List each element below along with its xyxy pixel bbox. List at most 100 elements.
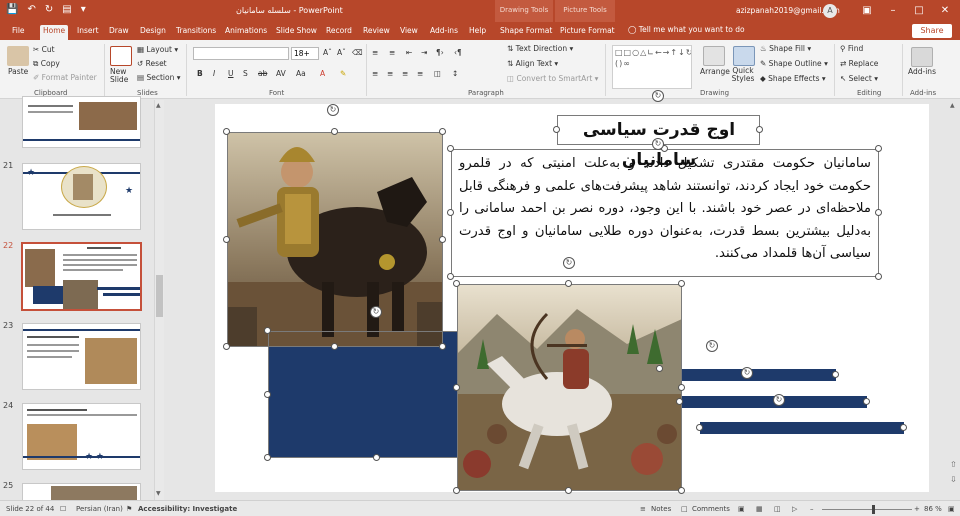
rotate-handle-icon[interactable]: ↻	[327, 104, 339, 116]
navy-bar-3[interactable]	[700, 422, 904, 434]
slide-thumbnail-24[interactable]: ★ ★	[22, 403, 141, 470]
resize-handle[interactable]	[439, 236, 446, 243]
resize-handle[interactable]	[875, 273, 882, 280]
select-button[interactable]: ↖ Select ▾	[840, 74, 878, 83]
slideshow-icon[interactable]: ▷	[792, 505, 797, 513]
scroll-up-icon[interactable]: ▲	[156, 102, 161, 109]
resize-handle[interactable]	[373, 454, 380, 461]
new-slide-button[interactable]: New Slide	[110, 68, 134, 84]
find-button[interactable]: ⚲ Find	[840, 44, 863, 53]
resize-handle[interactable]	[696, 424, 703, 431]
thumbnail-scrollbar[interactable]: ▲ ▼	[154, 100, 164, 500]
highlight-icon[interactable]: ✎	[340, 69, 346, 78]
rotate-handle-icon[interactable]: ↻	[706, 340, 718, 352]
tab-insert[interactable]: Insert	[74, 25, 102, 40]
resize-handle[interactable]	[331, 343, 338, 350]
share-button[interactable]: Share	[912, 24, 952, 38]
shape-effects-button[interactable]: ◆ Shape Effects ▾	[760, 74, 826, 83]
italic-icon[interactable]: I	[213, 69, 215, 78]
shape-fill-button[interactable]: ♨ Shape Fill ▾	[760, 44, 811, 53]
resize-handle[interactable]	[264, 391, 271, 398]
resize-handle[interactable]	[832, 371, 839, 378]
rotate-handle-icon[interactable]: ↻	[773, 394, 785, 406]
justify-icon[interactable]: ≡	[417, 69, 423, 78]
fit-to-window-icon[interactable]: ▣	[948, 505, 955, 513]
format-painter-button[interactable]: ✐ Format Painter	[33, 73, 97, 82]
resize-handle[interactable]	[264, 454, 271, 461]
previous-slide-icon[interactable]: ⇧	[950, 460, 957, 469]
shadow-icon[interactable]: S	[243, 69, 248, 78]
resize-handle[interactable]	[453, 384, 460, 391]
accessibility-status[interactable]: Accessibility: Investigate	[138, 505, 237, 513]
replace-button[interactable]: ⇄ Replace	[840, 59, 878, 68]
tell-me-search[interactable]: ◯ Tell me what you want to do	[628, 25, 745, 34]
slide-thumbnail-23[interactable]	[22, 323, 141, 390]
shape-outline-button[interactable]: ✎ Shape Outline ▾	[760, 59, 828, 68]
tab-add-ins[interactable]: Add-ins	[427, 25, 461, 40]
next-slide-icon[interactable]: ⇩	[950, 475, 957, 484]
comments-button[interactable]: Comments	[692, 505, 730, 513]
bullets-icon[interactable]: ≡	[372, 48, 378, 57]
copy-button[interactable]: ⧉ Copy	[33, 59, 60, 69]
resize-handle[interactable]	[678, 280, 685, 287]
normal-view-icon[interactable]: ▣	[738, 505, 745, 513]
paste-button[interactable]: Paste	[8, 67, 28, 76]
save-icon[interactable]: 💾	[6, 5, 18, 15]
underline-icon[interactable]: U	[228, 69, 234, 78]
scroll-up-icon[interactable]: ▲	[950, 102, 955, 109]
language-indicator[interactable]: Persian (Iran)	[76, 505, 123, 513]
tab-file[interactable]: File	[9, 25, 28, 40]
resize-handle[interactable]	[678, 487, 685, 494]
picture-2-selection[interactable]	[457, 284, 682, 491]
reset-button[interactable]: ↺ Reset	[137, 59, 167, 68]
align-right-icon[interactable]: ≡	[402, 69, 408, 78]
quick-styles-button[interactable]: Quick Styles	[730, 67, 756, 83]
present-icon[interactable]: ▤	[62, 5, 71, 15]
rotate-handle-icon[interactable]: ↻	[741, 367, 753, 379]
layout-button[interactable]: ▦ Layout ▾	[137, 45, 178, 54]
tab-help[interactable]: Help	[466, 25, 489, 40]
resize-handle[interactable]	[223, 128, 230, 135]
resize-handle[interactable]	[565, 487, 572, 494]
zoom-in-icon[interactable]: +	[914, 505, 920, 513]
tab-view[interactable]: View	[397, 25, 421, 40]
resize-handle[interactable]	[447, 145, 454, 152]
resize-handle[interactable]	[875, 209, 882, 216]
undo-icon[interactable]: ↶	[27, 5, 35, 15]
avatar[interactable]: A	[823, 4, 837, 18]
tab-shape-format[interactable]: Shape Format	[497, 25, 555, 40]
zoom-level[interactable]: 86 %	[924, 505, 942, 513]
rotate-handle-icon[interactable]: ↻	[563, 257, 575, 269]
spellcheck-icon[interactable]: ☐	[60, 505, 66, 513]
increase-indent-icon[interactable]: ⇥	[421, 48, 427, 57]
close-icon[interactable]: ✕	[932, 0, 958, 22]
resize-handle[interactable]	[678, 384, 685, 391]
resize-handle[interactable]	[223, 343, 230, 350]
arrange-icon[interactable]	[703, 46, 725, 66]
font-name-input[interactable]	[193, 47, 289, 60]
rotate-handle-icon[interactable]: ↻	[652, 90, 664, 102]
rtl-icon[interactable]: ‹¶	[454, 48, 462, 57]
resize-handle[interactable]	[453, 487, 460, 494]
resize-handle[interactable]	[553, 126, 560, 133]
resize-handle[interactable]	[223, 236, 230, 243]
navy-rectangle-selection[interactable]	[268, 331, 458, 458]
tab-picture-format[interactable]: Picture Format	[557, 25, 618, 40]
maximize-icon[interactable]: □	[906, 0, 932, 22]
font-color-icon[interactable]: A	[320, 69, 325, 78]
resize-handle[interactable]	[676, 398, 683, 405]
scroll-thumb[interactable]	[156, 275, 163, 317]
columns-icon[interactable]: ◫	[434, 69, 441, 78]
text-direction-button[interactable]: ⇅ Text Direction ▾	[507, 44, 573, 53]
minimize-icon[interactable]: –	[880, 0, 906, 22]
resize-handle[interactable]	[565, 280, 572, 287]
ribbon-display-icon[interactable]: ▣	[854, 0, 880, 22]
tab-animations[interactable]: Animations	[222, 25, 270, 40]
rotate-handle-icon[interactable]: ↻	[652, 138, 664, 150]
resize-handle[interactable]	[439, 343, 446, 350]
scroll-down-icon[interactable]: ▼	[156, 490, 161, 497]
numbering-icon[interactable]: ≡	[389, 48, 395, 57]
tab-slide-show[interactable]: Slide Show	[273, 25, 320, 40]
tab-record[interactable]: Record	[323, 25, 355, 40]
tab-home[interactable]: Home	[40, 25, 69, 40]
